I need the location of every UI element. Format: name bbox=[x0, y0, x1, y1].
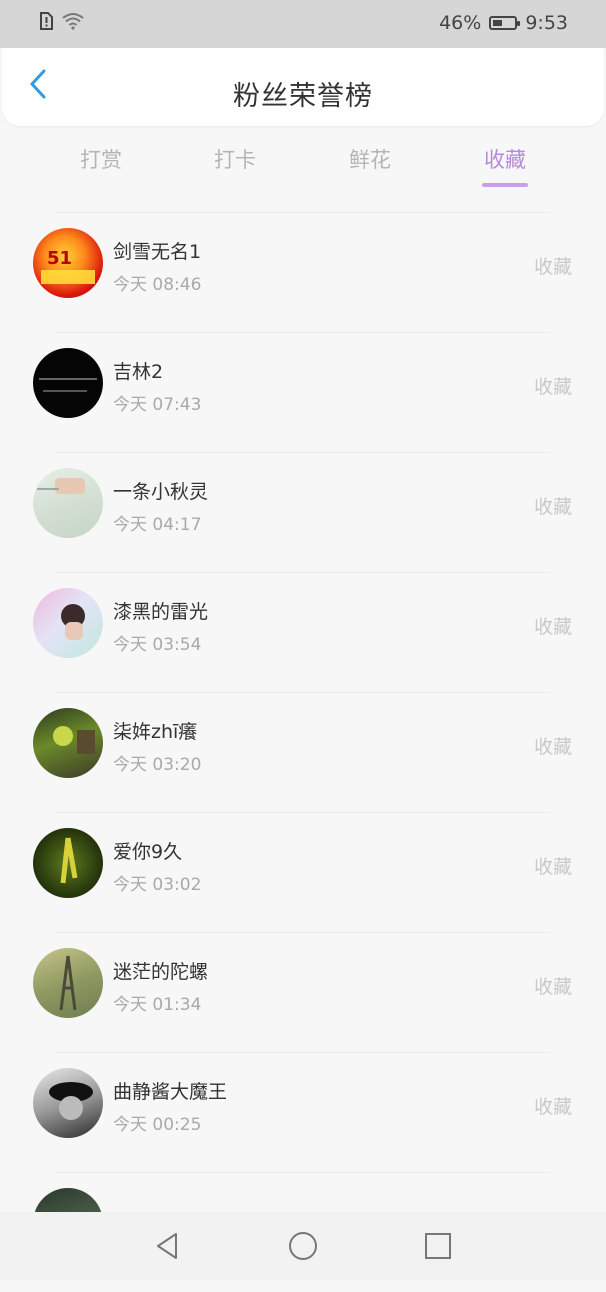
svg-text:51: 51 bbox=[47, 248, 72, 269]
wifi-icon bbox=[62, 12, 84, 34]
avatar: 51 bbox=[33, 228, 103, 298]
status-right: 46% 9:53 bbox=[439, 12, 568, 34]
fan-list: 51 剑雪无名1 今天 08:46 收藏 吉林2 今天 07:43 收藏 一条小… bbox=[0, 212, 606, 1292]
avatar bbox=[33, 708, 103, 778]
list-item[interactable]: 柒姩zhī癢 今天 03:20 收藏 bbox=[0, 692, 606, 812]
list-item[interactable]: 迷茫的陀螺 今天 01:34 收藏 bbox=[0, 932, 606, 1052]
fan-time: 今天 04:17 bbox=[113, 515, 202, 535]
fan-time: 今天 08:46 bbox=[113, 275, 202, 295]
fan-name: 漆黑的雷光 bbox=[113, 601, 209, 623]
fan-time: 今天 00:25 bbox=[113, 1115, 202, 1135]
page-title: 粉丝荣誉榜 bbox=[233, 81, 373, 112]
back-triangle-icon bbox=[152, 1233, 184, 1266]
recents-square-icon bbox=[422, 1233, 454, 1266]
tab-flowers[interactable]: 鲜花 bbox=[330, 144, 410, 174]
fan-time: 今天 01:34 bbox=[113, 995, 202, 1015]
list-item[interactable]: 漆黑的雷光 今天 03:54 收藏 bbox=[0, 572, 606, 692]
action-label: 收藏 bbox=[533, 976, 572, 998]
header: 粉丝荣誉榜 bbox=[2, 48, 604, 126]
avatar bbox=[33, 828, 103, 898]
tab-active-indicator bbox=[482, 183, 528, 187]
system-nav-bar bbox=[0, 1212, 606, 1280]
nav-recents-button[interactable] bbox=[422, 1230, 454, 1262]
avatar bbox=[33, 948, 103, 1018]
home-circle-icon bbox=[287, 1232, 319, 1266]
avatar bbox=[33, 1068, 103, 1138]
list-item[interactable]: 51 剑雪无名1 今天 08:46 收藏 bbox=[0, 212, 606, 332]
fan-name: 吉林2 bbox=[113, 361, 164, 383]
battery-percent: 46% bbox=[439, 12, 482, 34]
action-label: 收藏 bbox=[533, 856, 572, 878]
action-label: 收藏 bbox=[533, 376, 572, 398]
fan-name: 一条小秋灵 bbox=[113, 481, 209, 503]
battery-icon bbox=[489, 16, 521, 30]
list-item[interactable]: 一条小秋灵 今天 04:17 收藏 bbox=[0, 452, 606, 572]
clock: 9:53 bbox=[525, 12, 568, 34]
fan-time: 今天 03:20 bbox=[113, 755, 202, 775]
avatar bbox=[33, 468, 103, 538]
fan-time: 今天 03:02 bbox=[113, 875, 202, 895]
fan-time: 今天 03:54 bbox=[113, 635, 202, 655]
nav-back-button[interactable] bbox=[152, 1230, 184, 1262]
nav-home-button[interactable] bbox=[287, 1230, 319, 1262]
action-label: 收藏 bbox=[533, 1096, 572, 1118]
status-bar: 46% 9:53 bbox=[0, 0, 606, 48]
fan-name: 柒姩zhī癢 bbox=[113, 721, 198, 743]
avatar bbox=[33, 348, 103, 418]
avatar bbox=[33, 588, 103, 658]
status-left bbox=[38, 12, 84, 34]
sim-alert-icon bbox=[38, 12, 54, 34]
action-label: 收藏 bbox=[533, 256, 572, 278]
tab-checkin[interactable]: 打卡 bbox=[195, 144, 275, 174]
tab-reward[interactable]: 打赏 bbox=[61, 144, 141, 174]
action-label: 收藏 bbox=[533, 616, 572, 638]
fan-name: 曲静酱大魔王 bbox=[113, 1081, 228, 1103]
fan-name: 剑雪无名1 bbox=[113, 241, 202, 263]
tab-bar: 打赏 打卡 鲜花 收藏 bbox=[0, 126, 606, 196]
list-item[interactable]: 曲静酱大魔王 今天 00:25 收藏 bbox=[0, 1052, 606, 1172]
action-label: 收藏 bbox=[533, 736, 572, 758]
list-item[interactable]: 吉林2 今天 07:43 收藏 bbox=[0, 332, 606, 452]
tab-favorites[interactable]: 收藏 bbox=[465, 144, 545, 174]
fan-name: 爱你9久 bbox=[113, 841, 183, 863]
list-item[interactable]: 爱你9久 今天 03:02 收藏 bbox=[0, 812, 606, 932]
action-label: 收藏 bbox=[533, 496, 572, 518]
fan-name: 迷茫的陀螺 bbox=[113, 961, 209, 983]
fan-time: 今天 07:43 bbox=[113, 395, 202, 415]
